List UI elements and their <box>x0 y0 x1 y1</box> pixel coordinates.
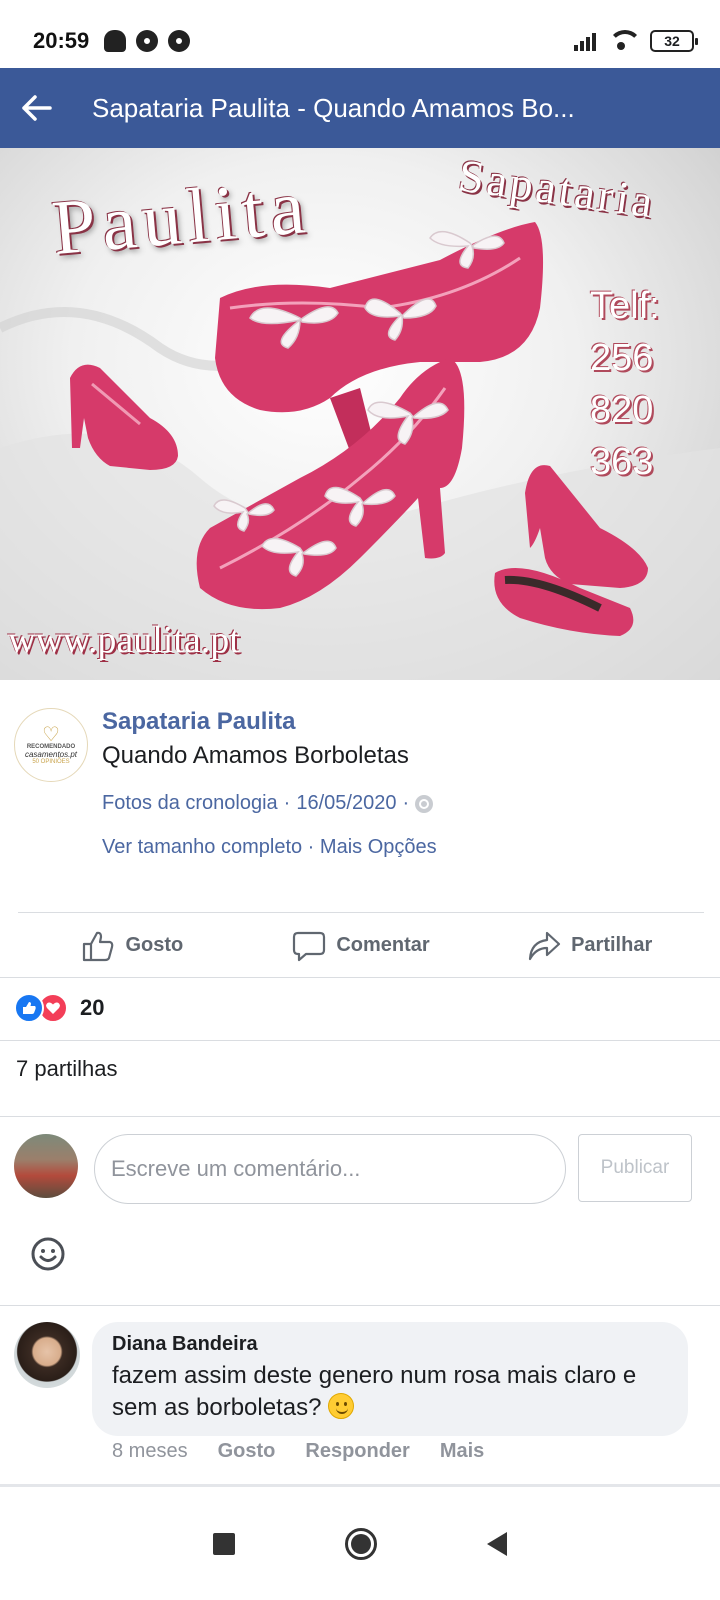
status-time: 20:59 <box>33 28 90 53</box>
thumbs-up-icon <box>83 931 114 961</box>
comment-like-button[interactable]: Gosto <box>218 1440 276 1463</box>
divider <box>0 1305 720 1306</box>
page-name-link[interactable]: Sapataria Paulita <box>102 708 295 736</box>
like-reaction-icon <box>14 993 44 1023</box>
emoji-button[interactable] <box>30 1236 66 1272</box>
home-button[interactable] <box>345 1527 377 1560</box>
status-bar: 20:59 32 <box>0 0 720 68</box>
system-icons: 32 <box>574 30 698 52</box>
chrome-icon <box>136 30 158 52</box>
action-bar: Gosto Comentar Partilhar <box>18 912 704 978</box>
photo-url-text: www.paulita.pt <box>8 619 240 661</box>
comment-button[interactable]: Comentar <box>247 913 476 978</box>
app-header: Sapataria Paulita - Quando Amamos Bo... <box>0 68 720 148</box>
chrome-icon <box>168 30 190 52</box>
comment-reply-button[interactable]: Responder <box>305 1440 409 1463</box>
smile-emoji-icon <box>328 1393 355 1419</box>
comment-author[interactable]: Diana Bandeira <box>112 1330 668 1358</box>
globe-icon <box>415 794 434 813</box>
comment-bubble: Diana Bandeira fazem assim deste genero … <box>92 1322 688 1436</box>
snapchat-icon <box>104 30 126 52</box>
comment-more-button[interactable]: Mais <box>440 1440 484 1463</box>
share-arrow-icon <box>528 931 561 960</box>
page-title: Sapataria Paulita - Quando Amamos Bo... <box>92 92 575 123</box>
commenter-avatar[interactable] <box>14 1322 80 1388</box>
comment-time[interactable]: 8 meses <box>112 1440 188 1463</box>
post-date[interactable]: 16/05/2020 <box>296 792 396 815</box>
comment-input[interactable]: Escreve um comentário... <box>94 1134 566 1204</box>
smiley-icon <box>31 1237 65 1271</box>
reaction-count: 20 <box>80 995 105 1020</box>
divider <box>0 1040 720 1041</box>
current-user-avatar <box>14 1134 78 1198</box>
like-button[interactable]: Gosto <box>18 913 247 978</box>
post-info: ♡ RECOMENDADO casamentos.pt 50 OPINIÕES … <box>0 680 720 912</box>
more-options-link[interactable]: Mais Opções <box>320 836 437 858</box>
heart-icon: ♡ <box>42 723 60 746</box>
wifi-icon <box>608 30 642 52</box>
system-nav-bar <box>0 1484 720 1600</box>
full-size-link[interactable]: Ver tamanho completo <box>102 836 302 858</box>
back-button[interactable] <box>0 68 74 148</box>
notification-icons <box>104 30 190 52</box>
share-button[interactable]: Partilhar <box>475 913 704 978</box>
battery-icon: 32 <box>650 30 698 52</box>
reactions-summary[interactable]: 20 <box>14 990 104 1026</box>
divider <box>0 977 720 978</box>
post-photo[interactable]: Paulita Sapataria Telf: 256 820 363 www.… <box>0 148 720 680</box>
arrow-left-icon <box>22 95 52 121</box>
page-avatar[interactable]: ♡ RECOMENDADO casamentos.pt 50 OPINIÕES <box>14 708 88 782</box>
post-caption: Quando Amamos Borboletas <box>102 742 409 769</box>
signal-icon <box>574 31 596 51</box>
publish-button[interactable]: Publicar <box>578 1134 692 1202</box>
post-meta: Fotos da cronologia · 16/05/2020 · <box>102 792 434 815</box>
comment-text: fazem assim deste genero num rosa mais c… <box>112 1362 637 1421</box>
recents-button[interactable] <box>213 1532 235 1555</box>
shares-count[interactable]: 7 partilhas <box>16 1056 118 1082</box>
post-links: Ver tamanho completo · Mais Opções <box>102 836 437 858</box>
album-link[interactable]: Fotos da cronologia <box>102 792 278 815</box>
comment-bubble-icon <box>293 931 326 961</box>
comment-actions: 8 meses Gosto Responder Mais <box>112 1440 484 1463</box>
back-nav-button[interactable] <box>487 1531 507 1556</box>
photo-phone-text: Telf: 256 820 363 <box>590 285 660 483</box>
divider <box>0 1116 720 1117</box>
